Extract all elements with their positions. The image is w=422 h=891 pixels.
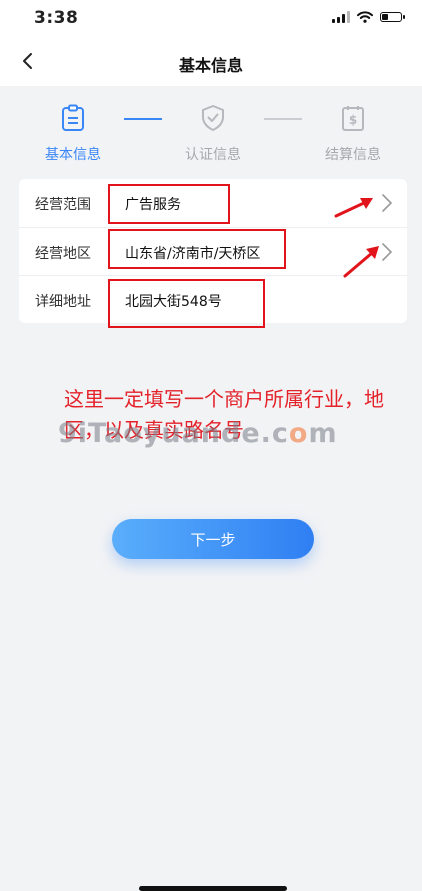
next-step-button[interactable]: 下一步 [112,519,314,559]
step-connector [124,118,162,120]
status-bar: 3:38 [0,0,422,40]
business-region-label: 经营地区 [35,246,91,262]
svg-text:$: $ [349,113,357,127]
annotation-highlight-box [108,229,286,269]
progress-stepper: 基本信息 认证信息 $ 结算信息 [0,86,422,176]
business-scope-label: 经营范围 [35,197,91,213]
status-time: 3:38 [34,8,79,28]
step-basic-info: 基本信息 [28,104,118,164]
step-settlement-info: $ 结算信息 [308,104,398,164]
dollar-document-icon: $ [342,106,364,131]
shield-check-icon [202,105,224,131]
battery-icon [380,12,405,22]
wifi-icon [357,11,373,23]
watermark: 9iTaoyuande.com [58,418,338,449]
nav-bar: 基本信息 [0,40,422,86]
step-label: 结算信息 [325,147,381,163]
annotation-arrow-icon [334,198,373,218]
annotation-highlight-box [108,184,230,224]
detailed-address-label: 详细地址 [35,294,91,310]
step-label: 认证信息 [185,147,241,163]
annotation-highlight-box [108,279,265,328]
step-label: 基本信息 [45,147,101,163]
cellular-signal-icon [332,11,350,23]
annotation-arrow-icon [343,246,379,278]
status-icons [332,11,405,23]
chevron-right-icon[interactable] [381,193,393,213]
step-verification-info: 认证信息 [168,104,258,164]
step-connector [264,118,302,120]
page-title: 基本信息 [178,56,243,75]
home-indicator [139,886,287,891]
clipboard-icon [62,104,84,131]
